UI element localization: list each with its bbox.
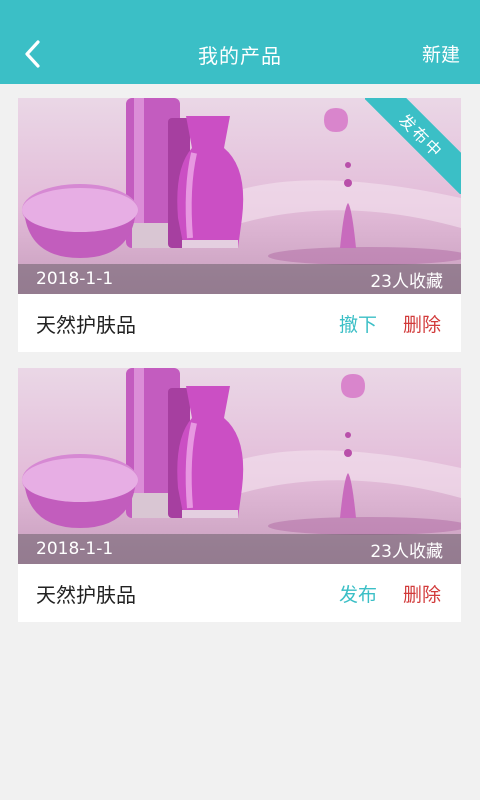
unpublish-button[interactable]: 撤下 <box>339 310 377 337</box>
image-info-bar: 2018-1-1 23人收藏 <box>18 534 461 564</box>
product-card[interactable]: 2018-1-1 23人收藏 天然护肤品 发布 删除 <box>18 368 461 622</box>
image-info-bar: 2018-1-1 23人收藏 <box>18 264 461 294</box>
card-footer: 天然护肤品 发布 删除 <box>18 564 461 622</box>
card-footer: 天然护肤品 撤下 删除 <box>18 294 461 352</box>
status-badge: 发布中 <box>365 98 461 194</box>
product-name: 天然护肤品 <box>36 582 136 607</box>
favorites-count: 23人收藏 <box>370 541 443 562</box>
product-image: 2018-1-1 23人收藏 <box>18 368 461 564</box>
product-image: 发布中 2018-1-1 23人收藏 <box>18 98 461 294</box>
product-card[interactable]: 发布中 2018-1-1 23人收藏 天然护肤品 撤下 删除 <box>18 98 461 352</box>
publish-button[interactable]: 发布 <box>339 580 377 607</box>
status-ribbon: 发布中 <box>365 98 461 194</box>
favorites-count: 23人收藏 <box>370 271 443 292</box>
product-name: 天然护肤品 <box>36 312 136 337</box>
delete-button[interactable]: 删除 <box>403 580 441 607</box>
product-date: 2018-1-1 <box>36 269 114 289</box>
delete-button[interactable]: 删除 <box>403 310 441 337</box>
page-title: 我的产品 <box>198 44 282 68</box>
product-date: 2018-1-1 <box>36 539 114 559</box>
app-header: 我的产品 新建 <box>0 0 480 84</box>
new-product-button[interactable]: 新建 <box>422 40 460 67</box>
